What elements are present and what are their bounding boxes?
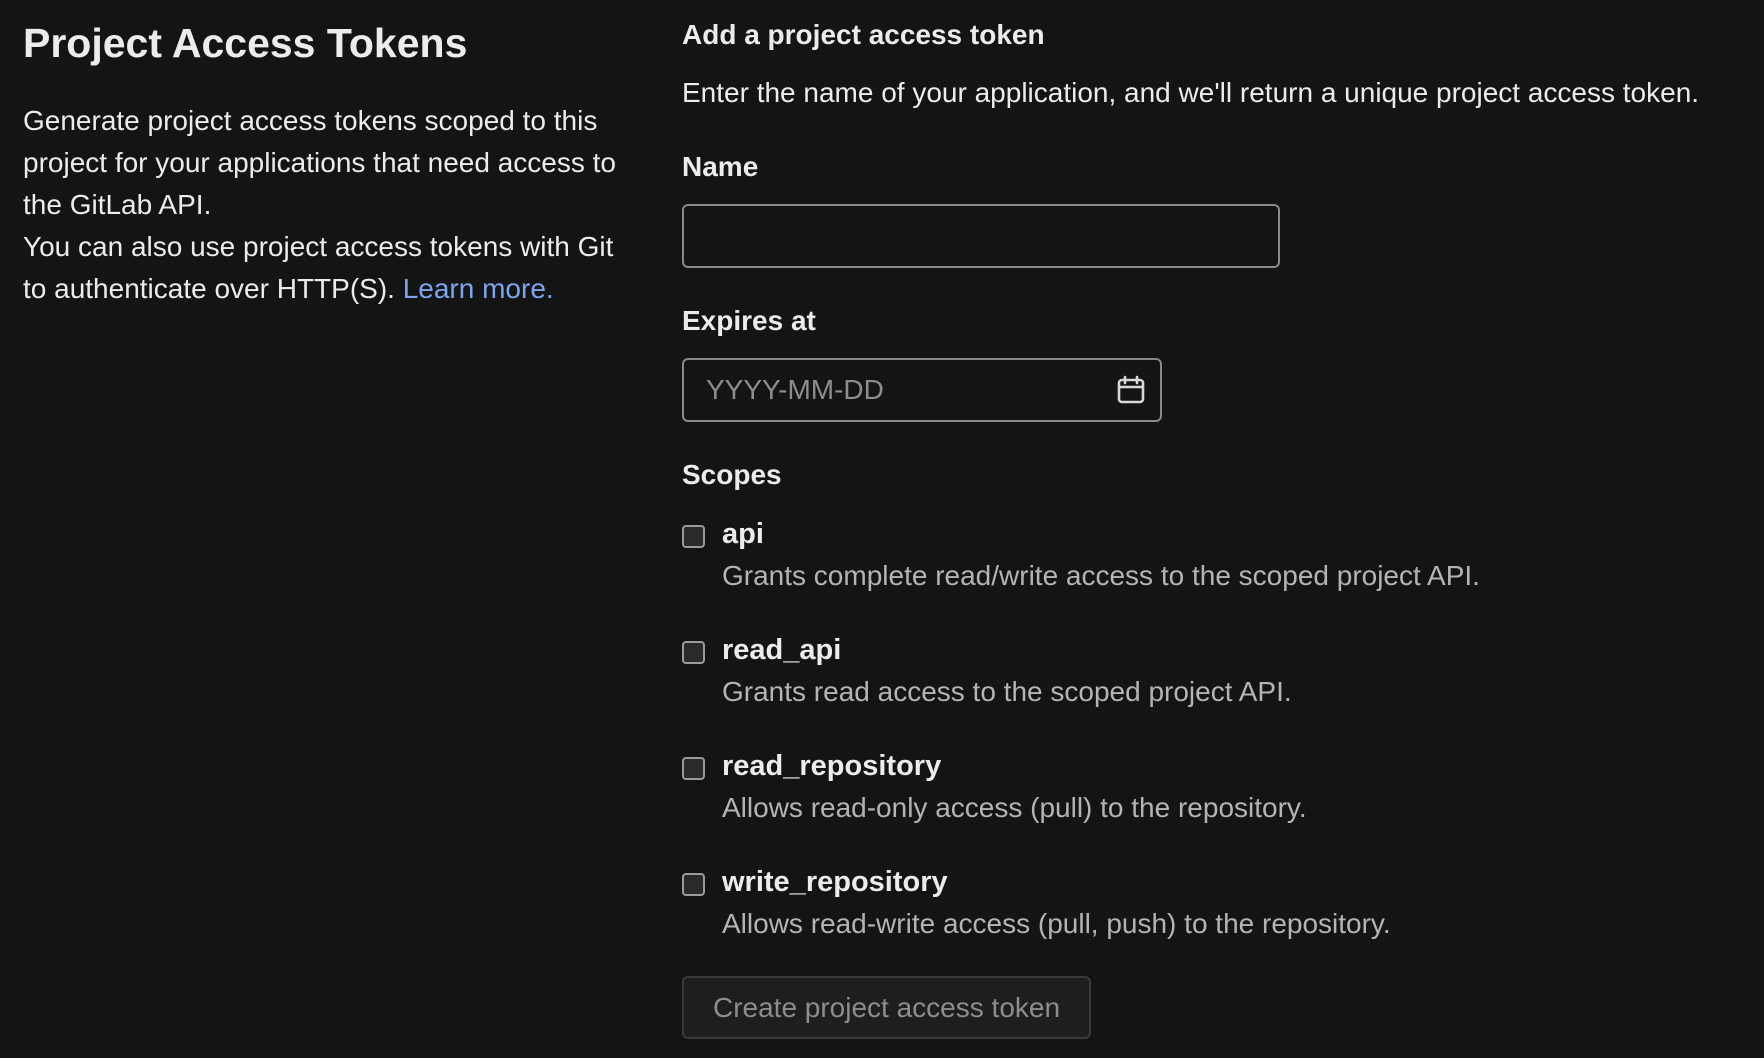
intro-text: Generate project access tokens scoped to…	[23, 100, 643, 310]
scope-read-repository-checkbox[interactable]	[682, 757, 705, 780]
scope-write-repository-checkbox[interactable]	[682, 873, 705, 896]
name-input[interactable]	[682, 204, 1280, 268]
intro-description: Generate project access tokens scoped to…	[23, 105, 617, 220]
scope-read-repository: read_repository Allows read-only access …	[682, 747, 1752, 847]
scope-api: api Grants complete read/write access to…	[682, 515, 1752, 615]
scopes-label: Scopes	[682, 459, 782, 490]
expires-date-picker[interactable]	[682, 358, 1162, 422]
scope-api-checkbox[interactable]	[682, 525, 705, 548]
name-label: Name	[682, 151, 759, 182]
scope-description: Grants read access to the scoped project…	[722, 676, 1292, 707]
form-title: Add a project access token	[682, 19, 1045, 50]
scope-write-repository: write_repository Allows read-write acces…	[682, 863, 1752, 963]
calendar-icon[interactable]	[1116, 375, 1146, 405]
scope-description: Allows read-only access (pull) to the re…	[722, 792, 1307, 823]
form-description: Enter the name of your application, and …	[682, 77, 1700, 108]
scope-description: Allows read-write access (pull, push) to…	[722, 908, 1391, 939]
expires-label: Expires at	[682, 305, 816, 336]
scope-name[interactable]: read_repository	[722, 747, 941, 785]
intro-git-note: You can also use project access tokens w…	[23, 226, 643, 310]
scope-description: Grants complete read/write access to the…	[722, 560, 1480, 591]
page-title: Project Access Tokens	[23, 20, 468, 66]
scope-name[interactable]: api	[722, 515, 764, 553]
learn-more-link[interactable]: Learn more.	[403, 273, 554, 304]
create-token-button[interactable]: Create project access token	[682, 976, 1091, 1039]
scope-name[interactable]: read_api	[722, 631, 841, 669]
scope-read-api: read_api Grants read access to the scope…	[682, 631, 1752, 731]
scope-read-api-checkbox[interactable]	[682, 641, 705, 664]
expires-input[interactable]	[682, 358, 1162, 422]
scope-name[interactable]: write_repository	[722, 863, 948, 901]
